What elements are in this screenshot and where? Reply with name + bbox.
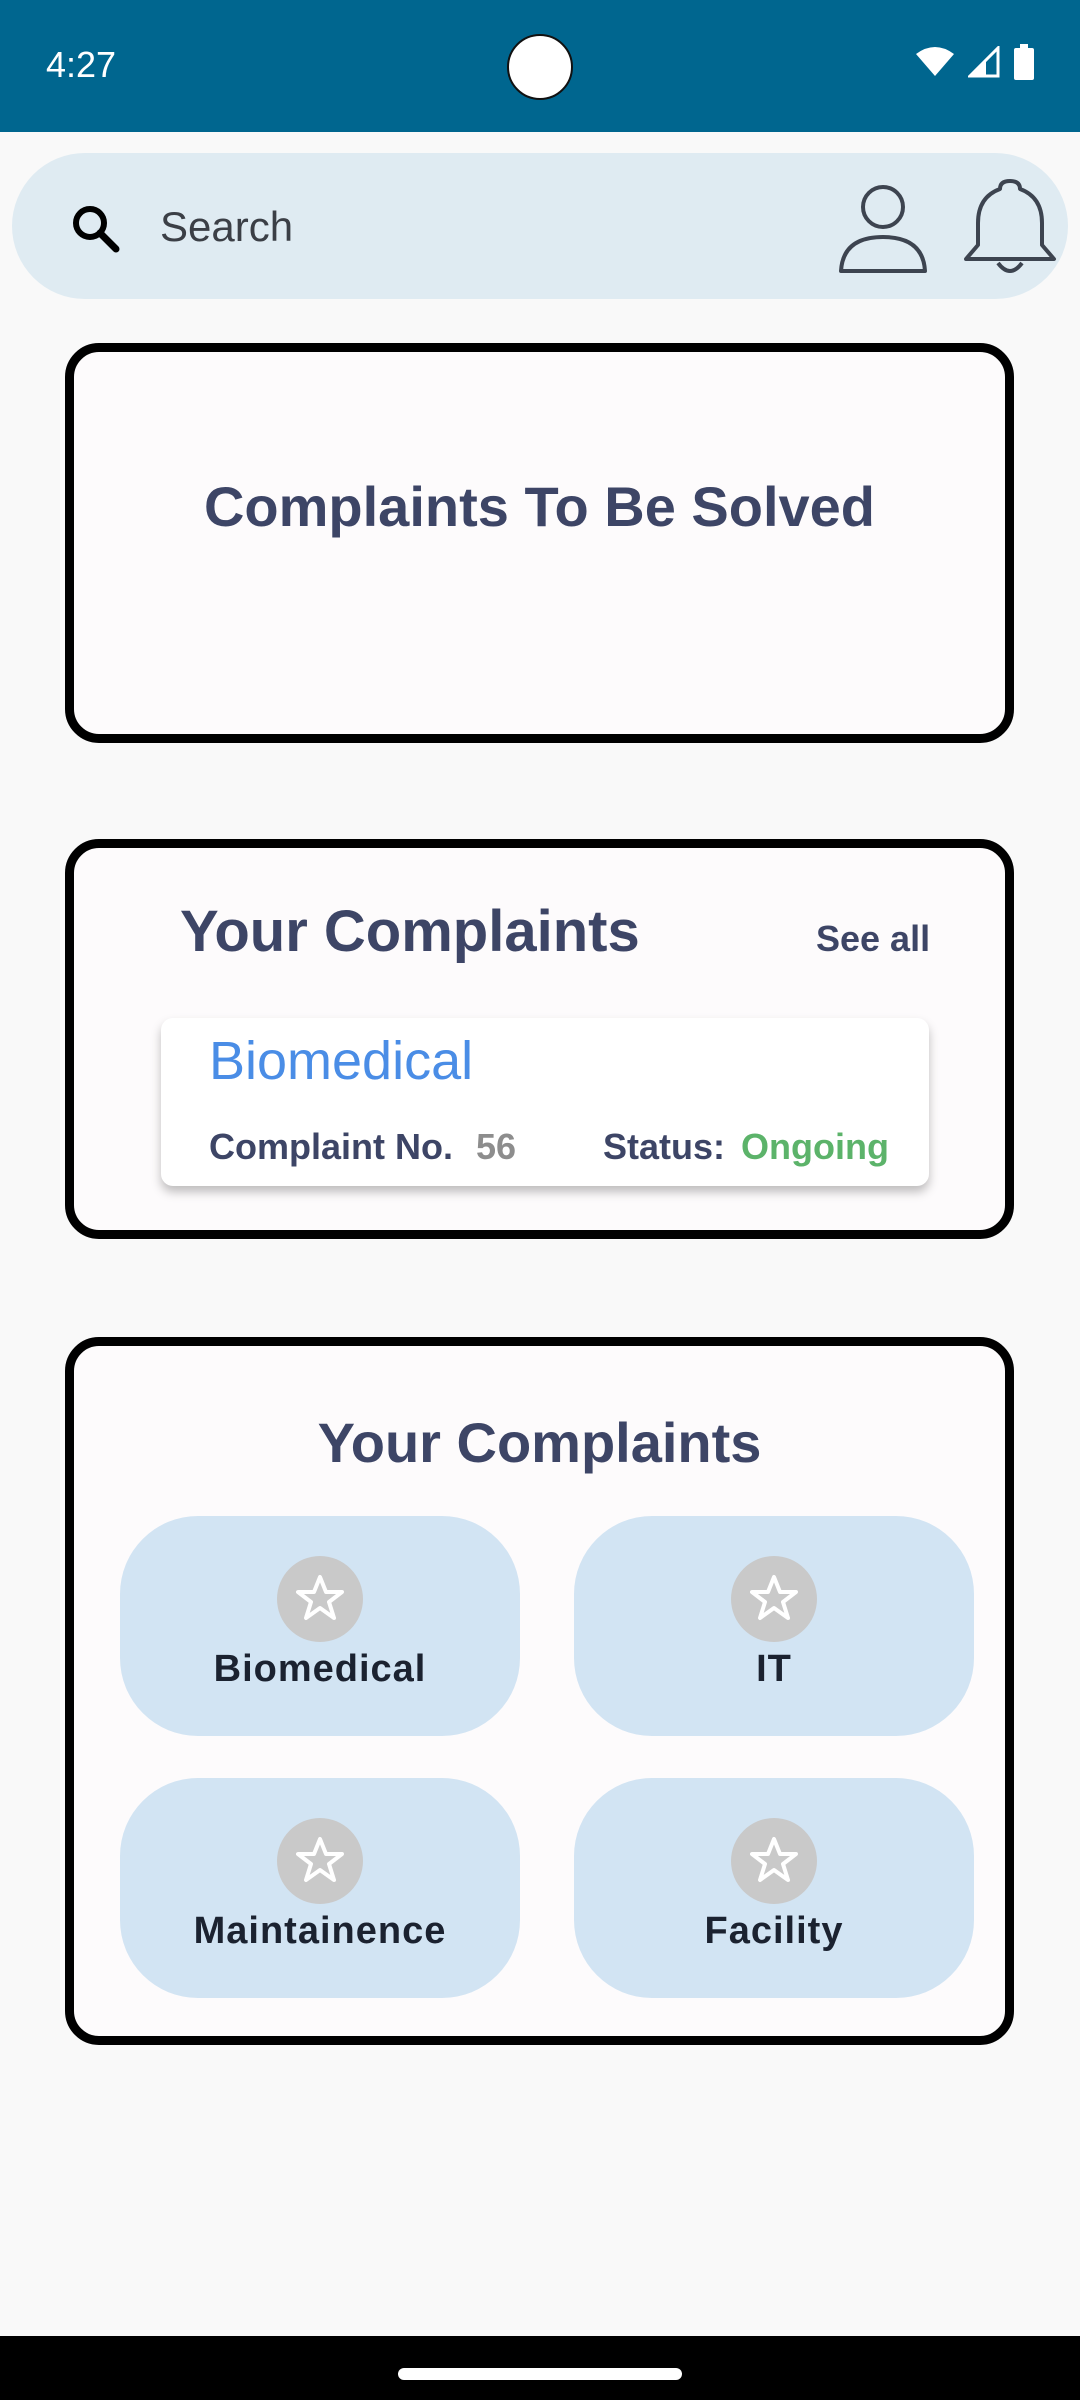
complaints-to-be-solved-card[interactable]: Complaints To Be Solved (65, 343, 1014, 743)
search-input[interactable]: Search (160, 203, 293, 251)
battery-icon (1014, 44, 1034, 80)
complaint-list-item[interactable]: Biomedical Complaint No. 56 Status: Ongo… (161, 1018, 929, 1186)
bell-icon[interactable] (962, 175, 1058, 284)
star-icon (731, 1556, 817, 1642)
star-icon (277, 1556, 363, 1642)
search-bar[interactable]: Search (12, 153, 1068, 299)
status-bar: 4:27 (0, 0, 1080, 132)
category-label: Facility (704, 1910, 844, 1952)
wifi-icon (916, 46, 954, 78)
category-button-it[interactable]: IT (574, 1516, 974, 1736)
complaint-no-label: Complaint No. (209, 1126, 453, 1167)
status-label: Status: (603, 1126, 726, 1167)
category-label: Maintainence (193, 1910, 447, 1952)
status-value: Ongoing (741, 1126, 889, 1167)
complaint-no-value: 56 (476, 1126, 517, 1167)
search-icon[interactable] (70, 203, 122, 260)
your-complaints-title: Your Complaints (180, 899, 640, 964)
category-label: Biomedical (213, 1648, 427, 1690)
category-button-facility[interactable]: Facility (574, 1778, 974, 1998)
home-gesture-handle[interactable] (398, 2368, 682, 2380)
signal-icon (968, 46, 1000, 78)
profile-icon[interactable] (837, 181, 929, 280)
category-button-maintainence[interactable]: Maintainence (120, 1778, 520, 1998)
star-icon (731, 1818, 817, 1904)
your-complaints-card: Your Complaints See all Biomedical Compl… (65, 839, 1014, 1239)
status-icons (916, 44, 1034, 80)
complaint-categories-title: Your Complaints (317, 1411, 762, 1474)
complaint-category: Biomedical (209, 1031, 474, 1091)
see-all-link[interactable]: See all (816, 918, 930, 960)
status-time: 4:27 (46, 44, 117, 85)
category-label: IT (756, 1648, 792, 1690)
camera-cutout (507, 34, 573, 100)
complaints-to-be-solved-title: Complaints To Be Solved (203, 475, 876, 538)
category-button-biomedical[interactable]: Biomedical (120, 1516, 520, 1736)
complaint-categories-card: Your Complaints Biomedical IT Maintainen… (65, 1337, 1014, 2045)
star-icon (277, 1818, 363, 1904)
